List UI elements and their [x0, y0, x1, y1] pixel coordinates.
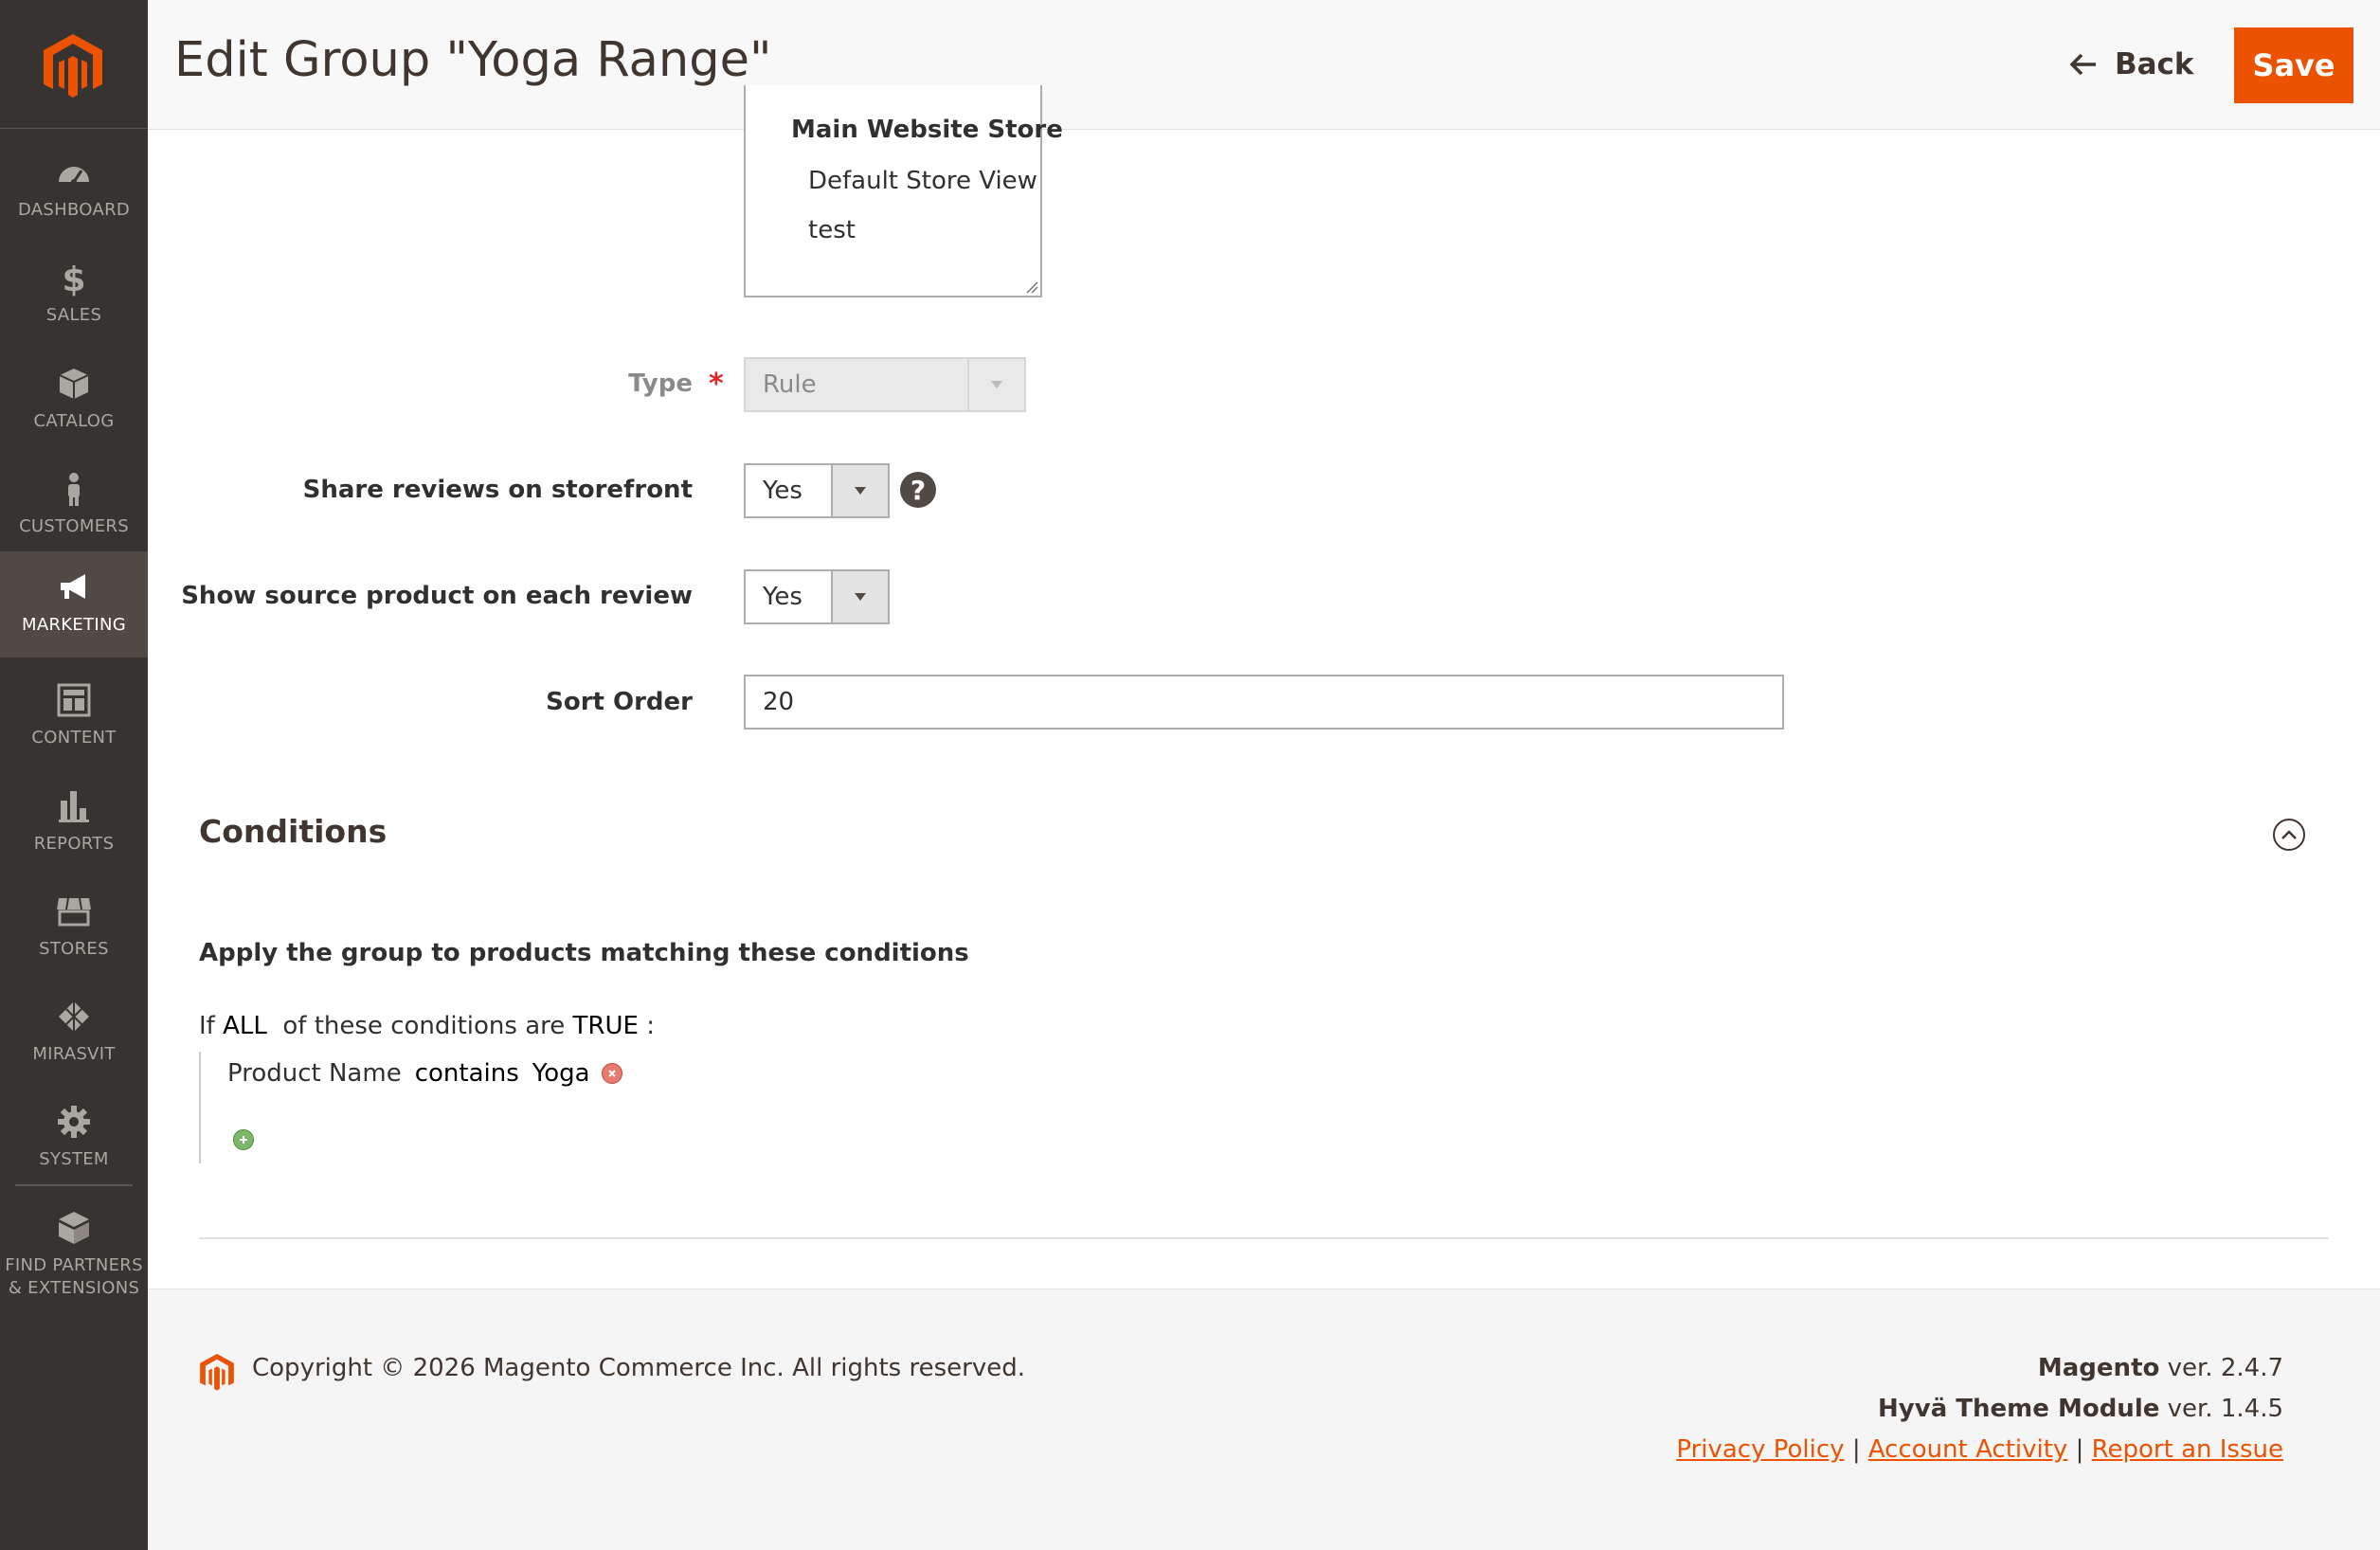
condition-rule: Product Name contains Yoga — [227, 1059, 622, 1088]
remove-condition-icon[interactable] — [601, 1063, 622, 1084]
store-option-test[interactable]: test — [808, 216, 856, 244]
layout-icon — [57, 683, 91, 717]
show-source-value: Yes — [763, 583, 802, 611]
type-select: Rule — [744, 357, 1026, 412]
gear-icon — [58, 1106, 90, 1138]
conditions-heading: Apply the group to products matching the… — [199, 939, 969, 967]
sidebar-item-sales[interactable]: $ SALES — [0, 242, 148, 348]
person-icon — [68, 473, 80, 506]
megaphone-icon — [61, 574, 85, 599]
copyright-text: Copyright © 2026 Magento Commerce Inc. A… — [252, 1354, 1025, 1382]
footer-links: Privacy Policy | Account Activity | Repo… — [1676, 1435, 2283, 1464]
share-reviews-select[interactable]: Yes — [744, 463, 890, 518]
chevron-down-icon — [991, 381, 1002, 388]
sort-order-label: Sort Order — [546, 688, 693, 716]
arrow-left-icon — [2069, 53, 2096, 76]
store-option-group: Main Website Store — [791, 116, 1063, 144]
sidebar-item-label: REPORTS — [33, 834, 115, 854]
sidebar-item-label: DASHBOARD — [17, 200, 131, 220]
store-view-multiselect[interactable]: Main Website Store Default Store View te… — [744, 85, 1063, 297]
resize-handle-icon[interactable] — [1025, 280, 1038, 294]
aggregator-toggle[interactable]: ALL — [223, 1012, 267, 1040]
share-reviews-value: Yes — [763, 477, 802, 505]
value-toggle[interactable]: TRUE — [573, 1012, 639, 1040]
show-source-select[interactable]: Yes — [744, 569, 890, 624]
sidebar-item-catalog[interactable]: CATALOG — [0, 348, 148, 454]
back-button[interactable]: Back — [2069, 40, 2194, 89]
blocks-icon — [59, 1212, 89, 1244]
sidebar-item-label: MIRASVIT — [32, 1044, 116, 1064]
show-source-label: Show source product on each review — [181, 582, 693, 610]
sidebar-separator — [15, 1184, 133, 1186]
sidebar-item-stores[interactable]: STORES — [0, 875, 148, 982]
hyva-version: Hyvä Theme Module ver. 1.4.5 — [1878, 1395, 2283, 1423]
sidebar-item-dashboard[interactable]: DASHBOARD — [0, 136, 148, 243]
show-source-arrow[interactable] — [831, 571, 888, 622]
sidebar-item-label: CUSTOMERS — [19, 516, 129, 536]
account-activity-link[interactable]: Account Activity — [1868, 1435, 2067, 1464]
sidebar-item-label: CONTENT — [31, 728, 117, 748]
conditions-section-title[interactable]: Conditions — [199, 813, 387, 850]
sidebar-item-label: SYSTEM — [39, 1149, 109, 1169]
back-button-label: Back — [2115, 47, 2194, 81]
dashboard-icon — [59, 167, 89, 185]
sidebar-item-system[interactable]: SYSTEM — [0, 1086, 148, 1192]
store-icon — [57, 897, 91, 927]
required-asterisk: * — [709, 368, 724, 401]
store-option-default[interactable]: Default Store View — [808, 167, 1037, 195]
chevron-down-icon — [855, 487, 866, 495]
privacy-policy-link[interactable]: Privacy Policy — [1676, 1435, 1844, 1464]
save-button[interactable]: Save — [2234, 27, 2353, 103]
sidebar-item-find-partners[interactable]: FIND PARTNERS & EXTENSIONS — [0, 1192, 148, 1315]
page-title: Edit Group "Yoga Range" — [174, 32, 772, 88]
chevron-up-icon[interactable] — [2273, 819, 2305, 851]
page-footer: Copyright © 2026 Magento Commerce Inc. A… — [148, 1289, 2380, 1550]
page-header: Edit Group "Yoga Range" Back Save — [148, 0, 2380, 130]
sort-order-input[interactable]: 20 — [744, 675, 1784, 730]
rule-value[interactable]: Yoga — [532, 1059, 590, 1088]
sidebar-item-content[interactable]: CONTENT — [0, 664, 148, 770]
svg-text:$: $ — [62, 261, 85, 297]
type-select-arrow — [967, 359, 1024, 410]
sidebar-item-mirasvit[interactable]: MIRASVIT — [0, 981, 148, 1087]
sidebar-item-label: SALES — [45, 305, 102, 325]
sidebar-item-label: STORES — [39, 939, 109, 959]
dollar-icon: $ — [62, 261, 85, 297]
mirasvit-icon — [59, 1001, 89, 1032]
bar-chart-icon — [59, 791, 89, 822]
magento-logo[interactable] — [0, 0, 148, 129]
sidebar-item-label: FIND PARTNERS & EXTENSIONS — [5, 1255, 143, 1298]
magento-version: Magento ver. 2.4.7 — [2037, 1354, 2283, 1382]
type-select-value: Rule — [763, 370, 817, 399]
rule-operator[interactable]: contains — [415, 1059, 519, 1088]
share-reviews-arrow[interactable] — [831, 465, 888, 516]
sidebar-item-customers[interactable]: CUSTOMERS — [0, 453, 148, 559]
magento-footer-logo-icon — [200, 1354, 234, 1391]
sidebar-item-marketing[interactable]: MARKETING — [0, 551, 148, 658]
sidebar-item-reports[interactable]: REPORTS — [0, 770, 148, 876]
sidebar-item-label: MARKETING — [22, 615, 126, 635]
conditions-aggregator-line: If ALL of these conditions are TRUE : — [199, 1012, 655, 1040]
add-condition-icon[interactable] — [233, 1129, 254, 1150]
help-icon[interactable]: ? — [900, 472, 936, 508]
report-issue-link[interactable]: Report an Issue — [2092, 1435, 2283, 1464]
sidebar-item-label: CATALOG — [33, 411, 115, 431]
section-divider — [199, 1237, 2329, 1239]
magento-logo-icon — [44, 34, 102, 98]
rule-attribute: Product Name — [227, 1059, 402, 1088]
type-label: Type — [628, 369, 693, 398]
conditions-tree — [199, 1052, 203, 1163]
chevron-down-icon — [855, 593, 866, 601]
share-reviews-label: Share reviews on storefront — [302, 476, 693, 504]
box-icon — [59, 369, 89, 399]
admin-sidebar: DASHBOARD $ SALES CATALOG CUSTOMERS MARK… — [0, 0, 148, 1550]
